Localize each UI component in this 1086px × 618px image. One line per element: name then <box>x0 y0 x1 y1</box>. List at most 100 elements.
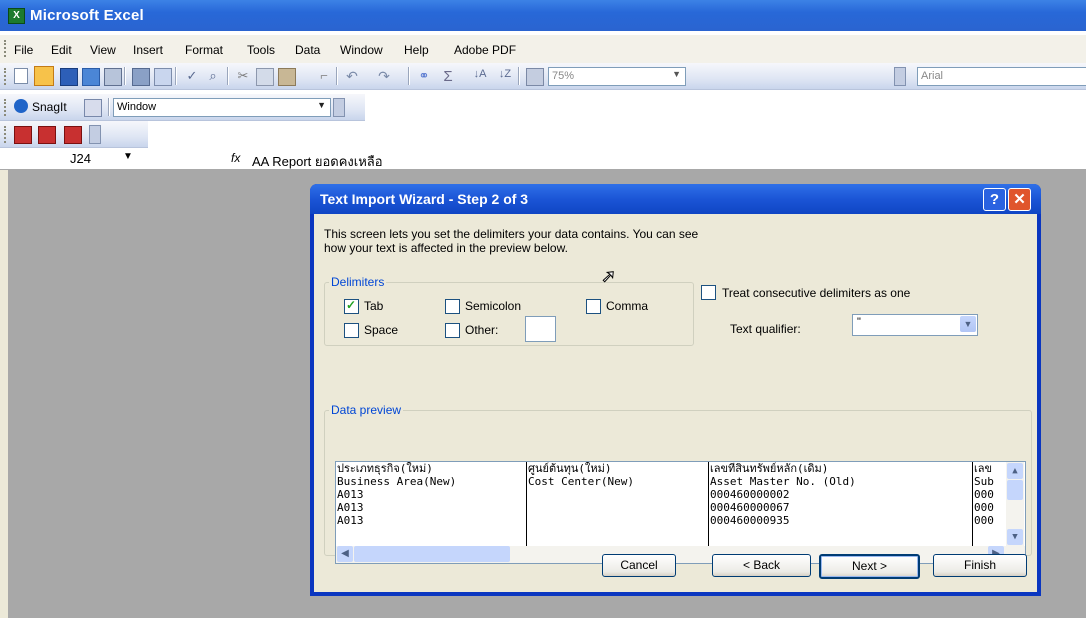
menu-data[interactable]: Data <box>295 43 320 57</box>
intro-text-line1: This screen lets you set the delimiters … <box>324 227 699 241</box>
scroll-down-icon[interactable]: ▼ <box>1007 529 1023 545</box>
hyperlink-icon[interactable]: ⚭ <box>416 68 432 84</box>
checkmark-icon: ✓ <box>346 298 357 312</box>
font-combo[interactable]: Arial <box>917 67 1086 86</box>
undo-icon[interactable]: ↶ <box>344 68 360 84</box>
preview-cell: เลข <box>974 462 993 475</box>
sort-ascending-icon[interactable]: ↓A <box>472 68 488 84</box>
snagit-icon[interactable] <box>14 99 28 113</box>
treat-consecutive-label[interactable]: Treat consecutive delimiters as one <box>722 286 910 300</box>
pdf-review-icon[interactable] <box>64 126 82 144</box>
preview-cell: A013 <box>337 514 364 527</box>
copy-icon[interactable] <box>256 68 274 86</box>
tab-label[interactable]: Tab <box>364 299 383 313</box>
data-preview-grid[interactable]: ประเภทธุรกิจ(ใหม่) Business Area(New) A0… <box>335 461 1026 547</box>
preview-cell: A013 <box>337 501 364 514</box>
snagit-label[interactable]: SnagIt <box>32 100 67 114</box>
menu-file[interactable]: File <box>14 43 33 57</box>
intro-text-line2: how your text is affected in the preview… <box>324 241 568 255</box>
snagit-toolbar: SnagIt Window ▼ <box>0 94 365 121</box>
autosum-icon[interactable]: Σ <box>440 68 456 85</box>
chart-wizard-icon[interactable] <box>526 68 544 86</box>
save-icon[interactable] <box>60 68 78 86</box>
print-icon[interactable] <box>104 68 122 86</box>
finish-button[interactable]: Finish <box>933 554 1027 577</box>
tab-checkbox[interactable]: ✓ <box>344 298 359 314</box>
text-qualifier-select[interactable]: " ▼ <box>852 314 978 336</box>
treat-consecutive-checkbox[interactable] <box>701 285 716 300</box>
menu-adobe-pdf[interactable]: Adobe PDF <box>454 43 516 57</box>
toolbar-options-icon[interactable] <box>894 67 906 86</box>
preview-cell: 000 <box>974 501 994 514</box>
menu-tools[interactable]: Tools <box>247 43 275 57</box>
spelling-icon[interactable]: ✓ <box>184 68 200 84</box>
format-painter-icon[interactable]: ⌐ <box>316 68 332 84</box>
scroll-left-icon[interactable]: ◀ <box>337 546 353 562</box>
menu-view[interactable]: View <box>90 43 116 57</box>
formula-input[interactable]: AA Report ยอดคงเหลือ <box>252 151 383 172</box>
permission-icon[interactable] <box>82 68 100 86</box>
toolbar-grip[interactable] <box>4 40 9 57</box>
menu-insert[interactable]: Insert <box>133 43 163 57</box>
toolbar-grip[interactable] <box>4 126 9 143</box>
semicolon-checkbox[interactable] <box>445 299 460 314</box>
preview-cell: 000460000067 <box>710 501 790 514</box>
menu-help[interactable]: Help <box>404 43 429 57</box>
toolbar-grip[interactable] <box>4 68 9 85</box>
new-icon[interactable] <box>14 68 28 84</box>
name-box[interactable]: J24 <box>70 151 91 166</box>
comma-checkbox[interactable] <box>586 299 601 314</box>
toolbar-options-icon[interactable] <box>89 125 101 144</box>
function-icon[interactable]: fx <box>231 151 240 165</box>
menu-edit[interactable]: Edit <box>51 43 72 57</box>
text-import-wizard-dialog: Text Import Wizard - Step 2 of 3 ? ✕ Thi… <box>310 184 1041 596</box>
standard-toolbar: ✓ ⌕ ✂ ⌐ ↶ ↷ ⚭ Σ ↓A ↓Z 75% ▼ Arial <box>0 63 1086 90</box>
snagit-capture-icon[interactable] <box>84 99 102 117</box>
semicolon-label[interactable]: Semicolon <box>465 299 521 313</box>
back-button[interactable]: < Back <box>712 554 811 577</box>
name-box-chevron-icon[interactable]: ▼ <box>123 151 133 162</box>
next-button[interactable]: Next > <box>819 554 920 579</box>
convert-to-pdf-icon[interactable] <box>14 126 32 144</box>
mouse-cursor-icon: ➚ <box>600 266 617 287</box>
research-icon[interactable]: ⌕ <box>205 68 221 84</box>
cancel-button[interactable]: Cancel <box>602 554 676 577</box>
toolbar-grip[interactable] <box>4 99 9 116</box>
menu-format[interactable]: Format <box>185 43 223 57</box>
menu-window[interactable]: Window <box>340 43 383 57</box>
space-checkbox[interactable] <box>344 323 359 338</box>
paste-icon[interactable] <box>278 68 296 86</box>
space-label[interactable]: Space <box>364 323 398 337</box>
scroll-up-icon[interactable]: ▲ <box>1007 463 1023 479</box>
snagit-window-combo[interactable]: Window ▼ <box>113 98 331 117</box>
comma-label[interactable]: Comma <box>606 299 648 313</box>
preview-cell: Sub <box>974 475 994 488</box>
close-icon[interactable]: ✕ <box>1008 188 1031 211</box>
scroll-thumb[interactable] <box>1007 480 1023 500</box>
zoom-combo[interactable]: 75% ▼ <box>548 67 686 86</box>
vertical-scrollbar[interactable]: ▲ ▼ <box>1006 462 1024 546</box>
preview-column-4: เลข Sub 000 000 000 <box>974 462 1006 546</box>
preview-column-2: ศูนย์ต้นทุน(ใหม่) Cost Center(New) <box>528 462 706 546</box>
hscroll-thumb[interactable] <box>354 546 510 562</box>
preview-cell: 000460000002 <box>710 488 790 501</box>
pdf-email-icon[interactable] <box>38 126 56 144</box>
toolbar-options-icon[interactable] <box>333 98 345 117</box>
redo-icon[interactable]: ↷ <box>376 68 392 84</box>
horizontal-scrollbar[interactable]: ◀ ▶ <box>335 546 1026 564</box>
print-preview-icon[interactable] <box>132 68 150 86</box>
preview-cell: ศูนย์ต้นทุน(ใหม่) <box>528 462 612 475</box>
menu-bar: File Edit View Insert Format Tools Data … <box>0 35 1086 63</box>
preview-cell: 000 <box>974 488 994 501</box>
preview-icon[interactable] <box>154 68 172 86</box>
open-icon[interactable] <box>34 66 54 86</box>
other-delimiter-input[interactable] <box>525 316 556 342</box>
other-checkbox[interactable] <box>445 323 460 338</box>
snagit-window-value: Window <box>117 101 157 113</box>
other-label[interactable]: Other: <box>465 323 498 337</box>
sort-descending-icon[interactable]: ↓Z <box>497 68 513 84</box>
chevron-down-icon[interactable]: ▼ <box>960 316 976 332</box>
preview-cell: ประเภทธุรกิจ(ใหม่) <box>337 462 433 475</box>
help-icon[interactable]: ? <box>983 188 1006 211</box>
cut-icon[interactable]: ✂ <box>235 68 251 84</box>
